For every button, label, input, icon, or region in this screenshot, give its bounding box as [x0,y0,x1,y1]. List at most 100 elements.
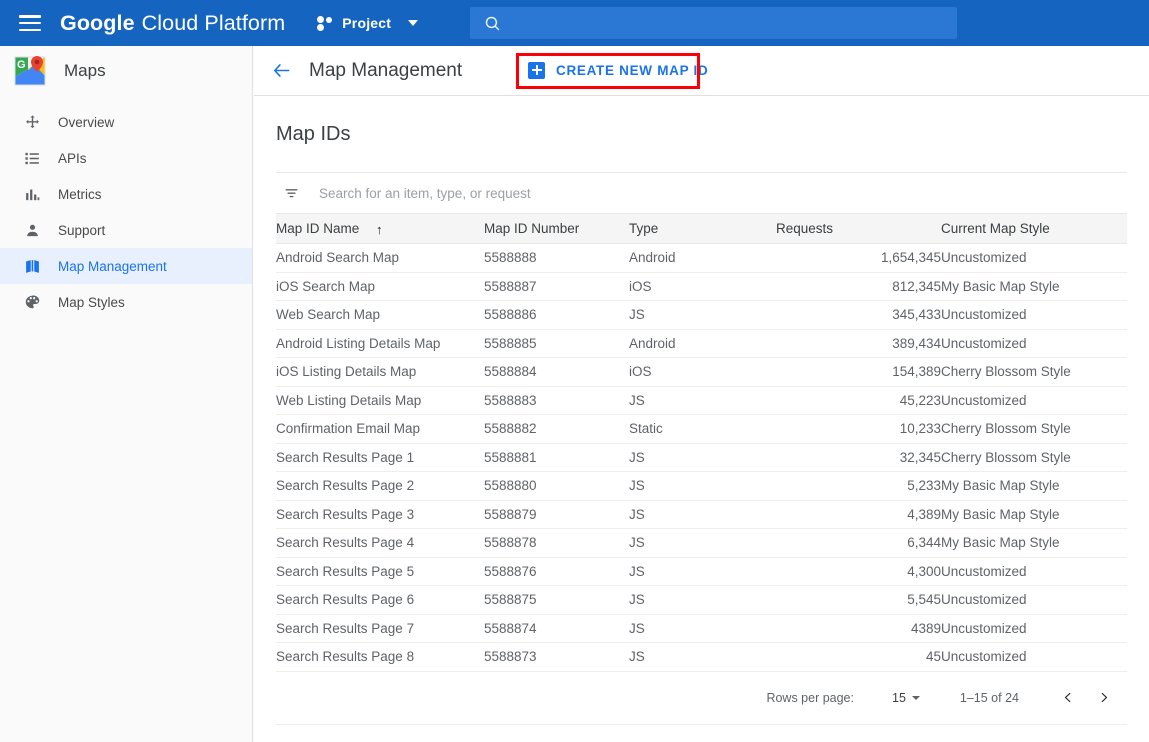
cell-map-id-number: 5588884 [484,364,537,380]
product-header[interactable]: G Maps [0,46,252,96]
list-icon [22,148,42,168]
table-header-row: Map ID Name ↑ Map ID Number Type Request… [276,213,1127,244]
cell-current-map-style: Uncustomized [941,335,1027,351]
sidebar-item-map-management[interactable]: Map Management [0,248,252,284]
sidebar-item-apis[interactable]: APIs [0,140,252,176]
create-new-map-id-label: CREATE NEW MAP ID [556,62,709,78]
cell-map-id-name: Confirmation Email Map [276,421,421,437]
rows-per-page-select[interactable]: 15 [892,691,920,705]
cell-map-id-name: Search Results Page 7 [276,620,415,636]
arrow-up-icon[interactable]: ↑ [376,222,383,237]
cell-requests: 45,223 [899,392,941,408]
cell-current-map-style: My Basic Map Style [941,478,1060,494]
cell-requests: 5,545 [907,592,941,608]
cell-map-id-number: 5588880 [484,478,537,494]
sidebar-item-metrics[interactable]: Metrics [0,176,252,212]
column-header-type[interactable]: Type [629,213,776,244]
table-row[interactable]: Search Results Page 3 5588879 JS 4,389 My Ba… [276,500,1127,529]
cell-requests: 45 [925,649,941,665]
table-row[interactable]: Search Results Page 7 5588874 JS 4389 Uncust… [276,614,1127,643]
table-row[interactable]: Search Results Page 6 5588875 JS 5,545 Uncus… [276,586,1127,614]
cell-map-id-number: 5588878 [484,535,537,551]
content-header: Map Management CREATE NEW MAP ID [254,46,1149,96]
cell-requests: 4,300 [907,563,941,579]
google-maps-logo-icon: G [14,55,50,87]
sidebar-item-support[interactable]: Support [0,212,252,248]
table-filter-input[interactable] [319,185,819,201]
cell-type: JS [629,506,645,522]
cell-map-id-name: Search Results Page 5 [276,563,415,579]
cell-current-map-style: Uncustomized [941,307,1027,323]
table-row[interactable]: iOS Listing Details Map 5588884 iOS 154,389… [276,358,1127,386]
cell-map-id-number: 5588881 [484,449,537,465]
cell-current-map-style: Cherry Blossom Style [941,449,1071,465]
cell-requests: 389,434 [892,335,941,351]
section-title: Map IDs [276,123,351,145]
map-ids-table: Map ID Name ↑ Map ID Number Type Request… [276,213,1127,672]
table-row[interactable]: Search Results Page 2 5588880 JS 5,233 My Ba… [276,472,1127,500]
brand-cloud-platform: Cloud Platform [141,10,286,35]
column-header-map-id-number[interactable]: Map ID Number [484,213,629,244]
cell-current-map-style: Uncustomized [941,250,1027,266]
filter-icon[interactable] [281,186,301,201]
column-header-requests[interactable]: Requests [776,213,941,244]
table-row[interactable]: Search Results Page 8 5588873 JS 45 Uncustom… [276,643,1127,671]
global-search-box[interactable] [470,7,957,39]
brand-google: Google [60,10,135,35]
table-body: Android Search Map 5588888 Android 1,654,34… [276,244,1127,671]
cell-map-id-number: 5588883 [484,392,537,408]
chevron-down-icon[interactable] [408,20,419,26]
cell-current-map-style: Uncustomized [941,392,1027,408]
column-label: Map ID Name [276,220,360,236]
cell-map-id-name: iOS Listing Details Map [276,364,417,380]
cell-map-id-name: iOS Search Map [276,278,376,294]
sidebar-item-map-styles[interactable]: Map Styles [0,284,252,320]
previous-page-button[interactable] [1055,685,1081,711]
back-arrow-icon[interactable] [271,61,292,80]
next-page-button[interactable] [1091,685,1117,711]
table-row[interactable]: iOS Search Map 5588887 iOS 812,345 My Basic … [276,272,1127,301]
table-row[interactable]: Web Search Map 5588886 JS 345,433 Uncustomiz… [276,301,1127,329]
sidebar-item-label: Map Management [58,258,167,274]
cell-current-map-style: Cherry Blossom Style [941,364,1071,380]
cell-type: JS [629,620,645,636]
search-icon [484,15,501,32]
global-search-input[interactable] [511,15,931,31]
cell-requests: 10,233 [899,421,941,437]
cell-map-id-number: 5588882 [484,421,537,437]
cell-type: JS [629,449,645,465]
sidebar-nav: Overview APIs Metrics Support Map Manage… [0,104,252,320]
sidebar-item-label: Overview [58,114,115,130]
cell-type: JS [629,563,645,579]
table-filter-row[interactable] [276,173,1127,213]
cell-current-map-style: My Basic Map Style [941,535,1060,551]
cell-type: JS [629,478,645,494]
cell-current-map-style: Cherry Blossom Style [941,421,1071,437]
cell-map-id-number: 5588887 [484,278,537,294]
table-row[interactable]: Search Results Page 5 5588876 JS 4,300 Uncus… [276,557,1127,586]
column-header-current-map-style[interactable]: Current Map Style [941,213,1127,244]
table-row[interactable]: Android Listing Details Map 5588885 Androi… [276,329,1127,358]
sidebar-item-overview[interactable]: Overview [0,104,252,140]
table-row[interactable]: Search Results Page 4 5588878 JS 6,344 My Ba… [276,529,1127,557]
product-title: Maps [64,61,106,80]
table-row[interactable]: Search Results Page 1 5588881 JS 32,345 Cher… [276,443,1127,472]
column-header-map-id-name[interactable]: Map ID Name ↑ [276,213,484,244]
table-row[interactable]: Android Search Map 5588888 Android 1,654,34… [276,244,1127,272]
rows-per-page-label: Rows per page: [766,690,854,705]
table-row[interactable]: Confirmation Email Map 5588882 Static 10,23… [276,415,1127,443]
brand-title[interactable]: Google Cloud Platform [60,11,285,36]
table-row[interactable]: Web Listing Details Map 5588883 JS 45,223 Un… [276,386,1127,415]
project-selector[interactable]: Project [313,7,422,39]
cell-type: JS [629,535,645,551]
cell-map-id-name: Search Results Page 3 [276,506,415,522]
create-new-map-id-button[interactable]: CREATE NEW MAP ID [524,57,712,83]
cell-map-id-number: 5588885 [484,335,537,351]
rows-per-page-value: 15 [892,690,906,705]
page-title: Map Management [309,59,463,81]
hamburger-menu-icon[interactable] [19,15,41,31]
cell-current-map-style: Uncustomized [941,620,1027,636]
cell-type: iOS [629,364,652,380]
cell-map-id-name: Web Search Map [276,307,381,323]
cell-current-map-style: Uncustomized [941,649,1027,665]
